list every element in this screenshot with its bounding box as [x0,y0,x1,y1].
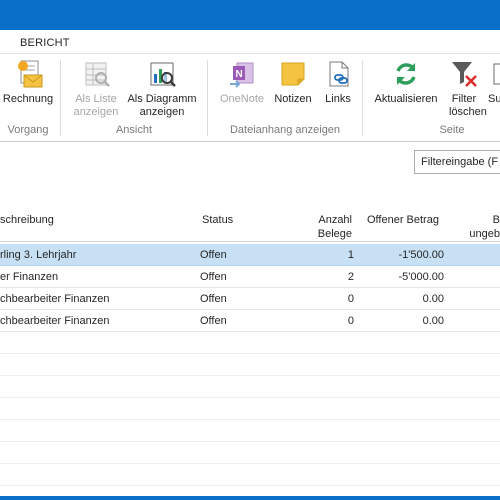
invoice-icon [18,60,43,88]
column-header-offener-betrag[interactable]: Offener Betrag [367,213,439,227]
ribbon-tabstrip: BERICHT [0,30,500,54]
cell-anzahl[interactable]: 0 [300,288,354,310]
column-header-status[interactable]: Status [202,213,233,227]
filter-loeschen-button[interactable]: Filter löschen [442,58,487,119]
links-button[interactable]: Links [318,58,358,106]
cell-beschreibung: chbearbeiter Finanzen [0,293,110,305]
column-header-truncated[interactable]: B ungeb [466,213,500,241]
als-liste-button[interactable]: Als Liste anzeigen [68,58,124,119]
empty-row [0,398,500,420]
cell-beschreibung: rling 3. Lehrjahr [0,249,77,261]
cell-beschreibung: er Finanzen [0,271,59,283]
links-label: Links [325,93,351,105]
cell-anzahl[interactable]: 2 [300,266,354,288]
cell-betrag[interactable]: 0.00 [360,310,444,332]
filter-loeschen-label: Filter löschen [449,93,487,118]
aktualisieren-label: Aktualisieren [374,93,438,105]
empty-row [0,442,500,464]
onenote-label: OneNote [219,93,265,105]
ribbon: Rechnung Als Liste anzeigen Als Diagramm… [0,54,500,142]
truncated-ribbon-label: Su [488,93,500,105]
cell-status: Offen [200,293,227,305]
header-divider [0,241,500,242]
group-label-seite: Seite [439,124,465,136]
empty-row [0,464,500,486]
table-row[interactable]: er Finanzen Offen 2 -5'000.00 [0,266,500,288]
ribbon-separator [60,60,61,136]
window-bottom-border [0,496,500,500]
als-diagramm-label: Als Diagramm anzeigen [127,93,197,118]
note-icon [281,62,305,86]
clear-filter-icon [452,62,477,87]
refresh-icon [396,63,416,85]
svg-text:N: N [236,69,243,80]
rechnung-label: Rechnung [2,93,54,105]
empty-row [0,376,500,398]
onenote-icon: N [230,62,254,88]
empty-row [0,420,500,442]
cell-status: Offen [200,315,227,327]
chart-view-icon [150,62,176,87]
window-titlebar [0,0,500,30]
empty-row [0,332,500,354]
column-header-anzahl-belege[interactable]: Anzahl Belege [296,213,352,241]
als-liste-label: Als Liste anzeigen [73,93,119,118]
cell-beschreibung: chbearbeiter Finanzen [0,315,110,327]
list-view-icon [85,62,110,87]
group-label-vorgang: Vorgang [7,124,49,136]
cell-status: Offen [200,249,227,261]
group-label-ansicht: Ansicht [115,124,153,136]
link-icon [329,61,349,87]
tab-bericht[interactable]: BERICHT [20,37,70,49]
column-header-beschreibung[interactable]: schreibung [0,213,54,227]
rechnung-button[interactable]: Rechnung [0,58,56,106]
als-diagramm-button[interactable]: Als Diagramm anzeigen [124,58,200,119]
document-icon [493,63,500,85]
truncated-ribbon-button[interactable]: Su [488,58,500,106]
onenote-button[interactable]: N OneNote [214,58,270,106]
cell-betrag[interactable]: 0.00 [360,288,444,310]
cell-status: Offen [200,271,227,283]
notizen-label: Notizen [274,93,312,105]
aktualisieren-button[interactable]: Aktualisieren [370,58,442,106]
cell-betrag[interactable]: -5'000.00 [360,266,444,288]
cell-anzahl[interactable]: 1 [300,244,354,266]
table-row[interactable]: rling 3. Lehrjahr Offen 1 -1'500.00 [0,244,500,266]
filter-input[interactable]: Filtereingabe (F [414,150,500,174]
table-row[interactable]: chbearbeiter Finanzen Offen 0 0.00 [0,288,500,310]
empty-row [0,354,500,376]
cell-anzahl[interactable]: 0 [300,310,354,332]
cell-betrag[interactable]: -1'500.00 [360,244,444,266]
notizen-button[interactable]: Notizen [270,58,316,106]
group-label-dateianhang: Dateianhang anzeigen [229,124,341,136]
table-row[interactable]: chbearbeiter Finanzen Offen 0 0.00 [0,310,500,332]
